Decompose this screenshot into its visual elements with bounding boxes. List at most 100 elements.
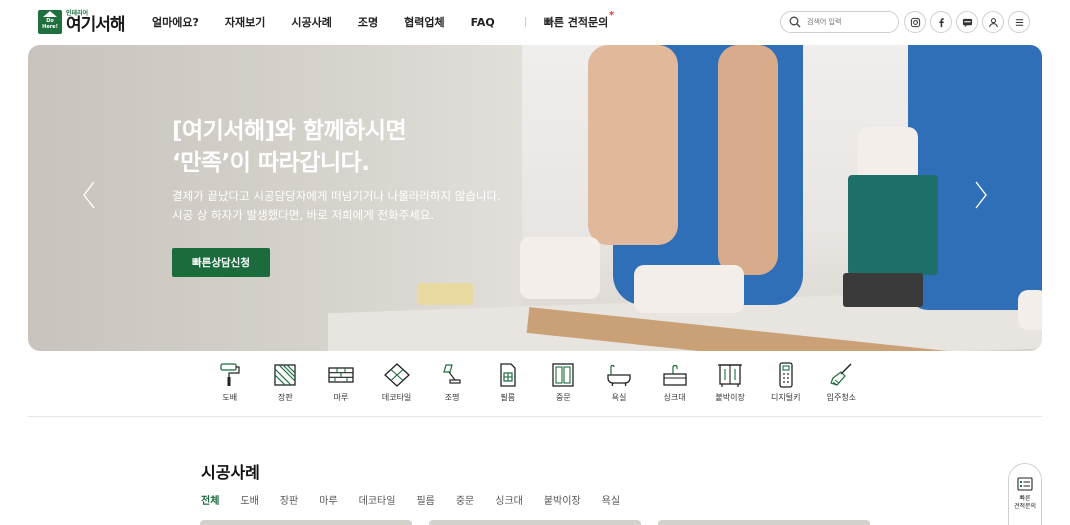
nav-item-cases[interactable]: 시공사례	[291, 14, 331, 30]
nav-item-faq[interactable]: FAQ	[471, 16, 495, 29]
category-label: 조명	[444, 393, 460, 402]
hero-worker-arm	[588, 45, 678, 245]
category-label: 디지털키	[771, 393, 801, 402]
logo-text: 인테리어 여기서해	[66, 10, 126, 35]
hero-glove-left	[520, 237, 600, 299]
site-header: Do Here! 인테리어 여기서해 얼마에요? 자재보기 시공사례 조명 협력…	[0, 0, 1070, 44]
category-label: 도배	[222, 393, 238, 402]
category-label: 싱크대	[663, 393, 686, 402]
hero-worker-arm-2	[718, 45, 778, 275]
case-thumbnail[interactable]	[429, 520, 641, 525]
nav-item-quick-estimate[interactable]: 빠른 견적문의 *	[543, 10, 615, 30]
hero-glove-far	[1018, 290, 1042, 330]
filter-tab-wardrobe[interactable]: 붙박이장	[544, 492, 581, 507]
cleaning-brush-icon	[830, 363, 852, 386]
case-thumbnail[interactable]	[200, 520, 412, 525]
category-floor-sheet[interactable]: 장판	[258, 361, 314, 403]
hero-tape-measure	[418, 283, 473, 305]
search-box[interactable]	[780, 11, 899, 33]
wood-floor-icon	[328, 367, 354, 383]
filter-tab-bathroom[interactable]: 욕실	[602, 492, 620, 507]
quick-float-label: 빠른 견적문의	[1013, 495, 1037, 510]
category-wood-floor[interactable]: 마루	[313, 361, 369, 403]
hero-jigsaw-base	[843, 273, 923, 307]
category-film[interactable]: 필름	[480, 361, 536, 403]
category-icon-bar: 도배 장판 마루 데코타일 조명 필름 중문 욕실 싱크대 붙박이장 디지털키	[202, 361, 869, 403]
category-label: 장판	[278, 393, 293, 402]
search-icon	[789, 16, 801, 28]
logo-badge-text: Do Here!	[42, 18, 58, 30]
estimate-form-icon	[1017, 477, 1033, 491]
floor-sheet-icon	[274, 364, 297, 386]
case-filter-tabs: 전체 도배 장판 마루 데코타일 필름 중문 싱크대 붙박이장 욕실	[201, 492, 641, 507]
digital-key-icon	[779, 362, 793, 388]
category-label: 중문	[555, 393, 571, 402]
instagram-icon	[910, 17, 920, 27]
logo-title: 여기서해	[66, 14, 126, 35]
facebook-icon	[938, 17, 944, 27]
user-icon	[988, 17, 998, 27]
menu-button[interactable]	[1008, 11, 1030, 33]
category-label: 붙박이장	[715, 393, 745, 402]
filter-tab-wood-floor[interactable]: 마루	[319, 492, 337, 507]
door-icon	[552, 363, 575, 387]
filter-tab-all[interactable]: 전체	[201, 492, 219, 507]
hero-title: [여기서해]와 함께하시면 ‘만족’이 따라갑니다.	[172, 118, 407, 176]
main-nav: 얼마에요? 자재보기 시공사례 조명 협력업체 FAQ 빠른 견적문의 *	[152, 10, 615, 30]
lamp-icon	[443, 364, 461, 384]
search-input[interactable]	[807, 18, 893, 26]
category-label: 입주청소	[826, 393, 857, 402]
film-icon	[500, 363, 516, 387]
category-cleaning[interactable]: 입주청소	[814, 361, 870, 403]
logo-house-icon: Do Here!	[38, 10, 62, 34]
site-logo[interactable]: Do Here! 인테리어 여기서해	[38, 9, 126, 35]
quick-estimate-label: 빠른 견적문의	[543, 16, 609, 29]
nav-item-lighting[interactable]: 조명	[358, 14, 378, 30]
filter-tab-film[interactable]: 필름	[416, 492, 434, 507]
chat-icon	[962, 18, 972, 27]
nav-divider	[524, 17, 526, 27]
category-digital-key[interactable]: 디지털키	[758, 361, 814, 403]
deco-tile-icon	[383, 363, 410, 387]
category-sink[interactable]: 싱크대	[647, 361, 703, 403]
hero-jigsaw	[848, 175, 938, 275]
hero-prev-arrow-icon[interactable]	[82, 181, 96, 209]
section-title: 시공사례	[201, 463, 260, 482]
hero-glove-right	[634, 265, 744, 313]
filter-tab-wallpaper[interactable]: 도배	[240, 492, 258, 507]
category-deco-tile[interactable]: 데코타일	[369, 361, 425, 403]
filter-tab-floor-sheet[interactable]: 장판	[280, 492, 298, 507]
nav-item-materials[interactable]: 자재보기	[225, 14, 265, 30]
quick-estimate-marker: *	[609, 10, 615, 21]
category-label: 필름	[500, 393, 516, 402]
quick-estimate-float-button[interactable]: 빠른 견적문의	[1008, 463, 1042, 525]
category-door[interactable]: 중문	[536, 361, 592, 403]
category-bathroom[interactable]: 욕실	[591, 361, 647, 403]
hero-banner: [여기서해]와 함께하시면 ‘만족’이 따라갑니다. 결제가 끝났다고 시공담당…	[28, 45, 1042, 351]
sink-icon	[662, 364, 687, 386]
category-label: 데코타일	[381, 393, 412, 402]
paint-roller-icon	[220, 363, 240, 386]
filter-tab-sink[interactable]: 싱크대	[495, 492, 523, 507]
hero-next-arrow-icon[interactable]	[974, 181, 988, 209]
bathtub-icon	[607, 364, 631, 387]
category-label: 마루	[333, 393, 349, 402]
category-wallpaper[interactable]: 도배	[202, 361, 258, 403]
user-button[interactable]	[982, 11, 1004, 33]
case-thumbnail[interactable]	[658, 520, 870, 525]
hero-description: 결제가 끝났다고 시공담당자에게 떠넘기거나 나몰라라하지 않습니다. 시공 상…	[172, 189, 501, 222]
category-label: 욕실	[611, 393, 627, 402]
wardrobe-icon	[718, 364, 743, 387]
chat-button[interactable]	[956, 11, 978, 33]
facebook-button[interactable]	[930, 11, 952, 33]
filter-tab-door[interactable]: 중문	[456, 492, 474, 507]
menu-icon	[1015, 18, 1023, 26]
category-lighting[interactable]: 조명	[424, 361, 480, 403]
instagram-button[interactable]	[904, 11, 926, 33]
nav-item-price[interactable]: 얼마에요?	[152, 14, 199, 30]
quick-consult-button[interactable]: 빠른상담신청	[172, 248, 270, 277]
section-divider	[28, 416, 1042, 417]
category-wardrobe[interactable]: 붙박이장	[702, 361, 758, 403]
filter-tab-deco-tile[interactable]: 데코타일	[359, 492, 396, 507]
nav-item-partners[interactable]: 협력업체	[404, 14, 444, 30]
